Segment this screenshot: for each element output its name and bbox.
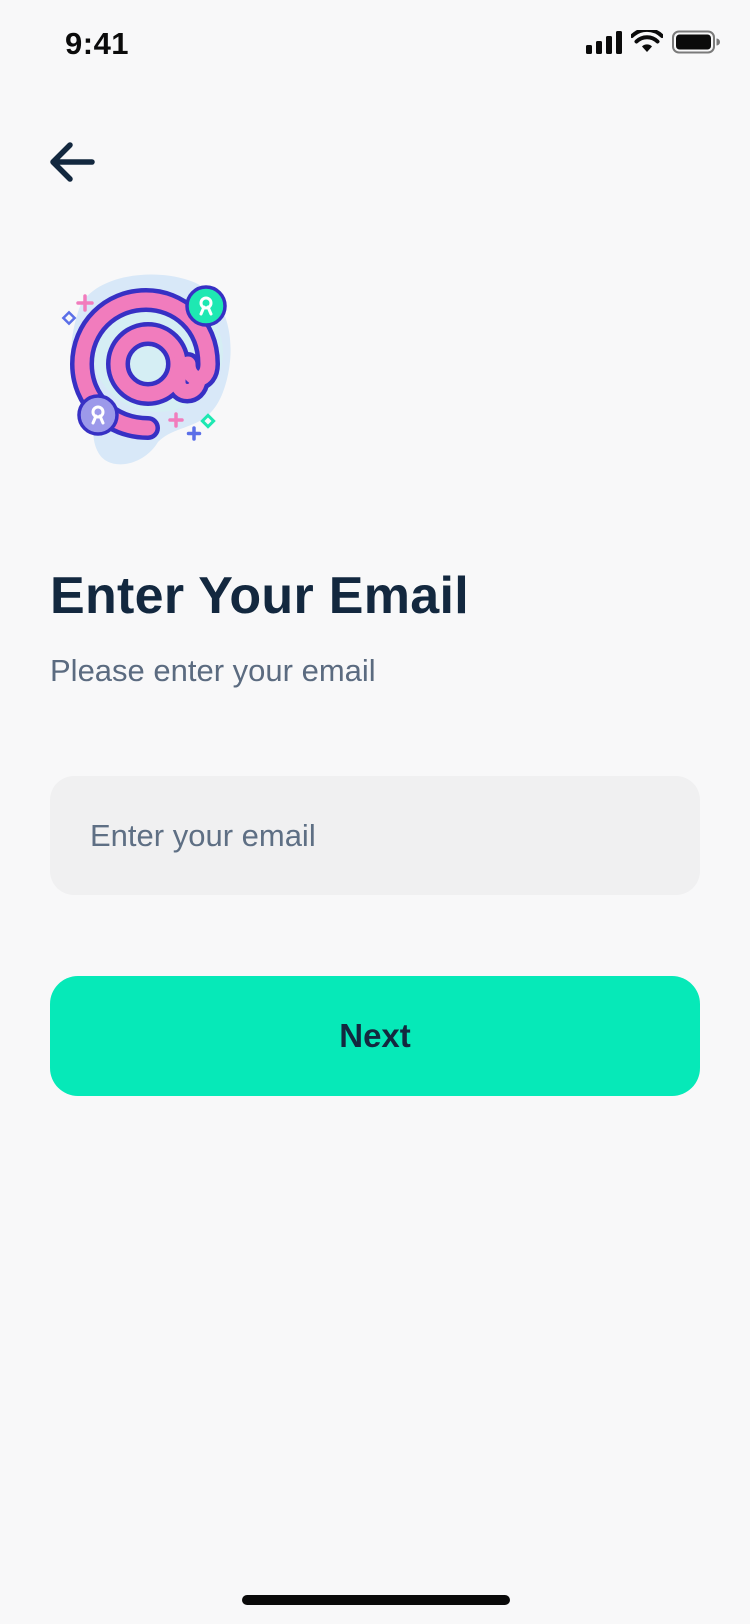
wifi-icon <box>631 30 663 52</box>
email-input[interactable] <box>50 776 700 895</box>
status-bar: 9:41 <box>0 0 750 92</box>
page-title: Enter Your Email <box>50 567 469 625</box>
status-icons <box>586 30 720 54</box>
status-time: 9:41 <box>65 26 130 61</box>
email-field[interactable] <box>50 776 700 895</box>
next-button[interactable]: Next <box>50 976 700 1096</box>
cellular-signal-icon <box>586 31 622 54</box>
battery-icon <box>672 30 720 54</box>
at-sign-illustration <box>58 272 248 482</box>
home-indicator <box>242 1595 510 1605</box>
arrow-left-icon <box>50 142 95 182</box>
back-button[interactable] <box>44 134 100 190</box>
page-subtitle: Please enter your email <box>50 653 376 688</box>
